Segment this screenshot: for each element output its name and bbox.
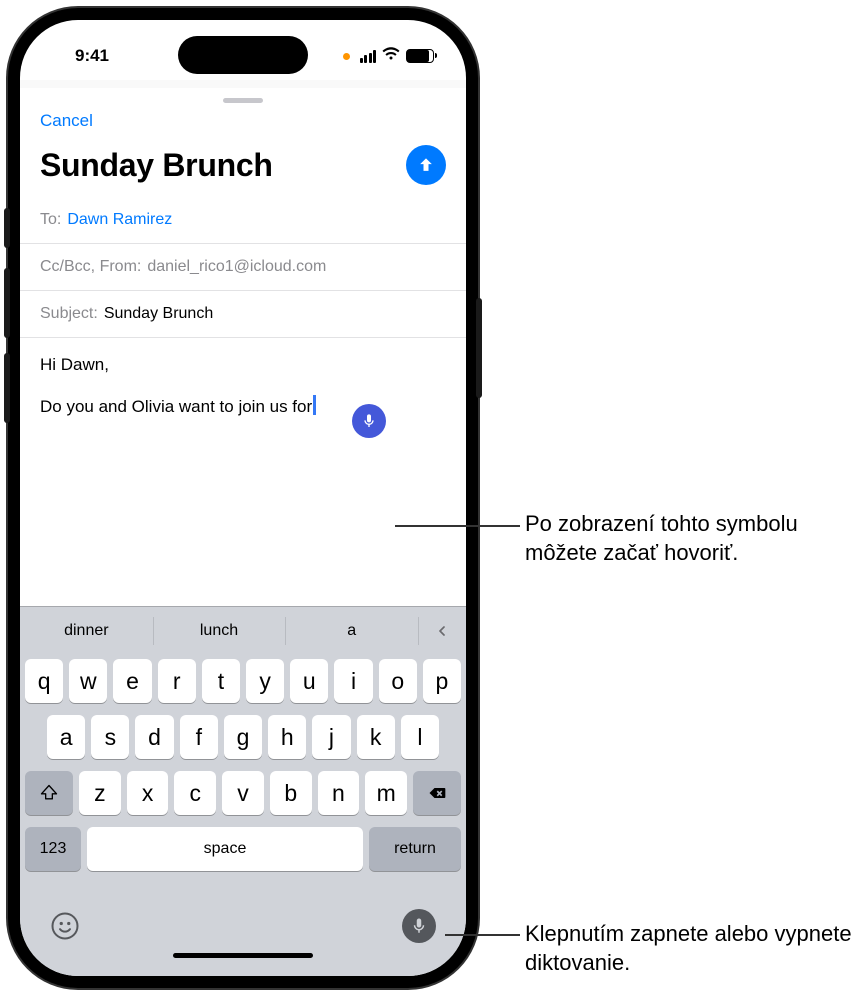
key-c[interactable]: c <box>174 771 216 815</box>
to-label: To: <box>40 211 61 229</box>
collapse-suggestions-button[interactable] <box>418 607 466 655</box>
side-button-power <box>476 298 482 398</box>
wifi-icon <box>382 46 400 66</box>
ccbcc-from-field[interactable]: Cc/Bcc, From: daniel_rico1@icloud.com <box>20 244 466 291</box>
body-line-1: Hi Dawn, <box>40 354 446 377</box>
key-d[interactable]: d <box>135 715 173 759</box>
microphone-icon <box>410 917 428 935</box>
subject-label: Subject: <box>40 305 98 323</box>
key-y[interactable]: y <box>246 659 284 703</box>
key-v[interactable]: v <box>222 771 264 815</box>
screen: 9:41 Cancel Sunday Brunch To: Dawn Rami <box>20 20 466 976</box>
key-z[interactable]: z <box>79 771 121 815</box>
subject-value: Sunday Brunch <box>104 305 213 323</box>
suggestion-1[interactable]: dinner <box>20 607 153 655</box>
body-line-2: Do you and Olivia want to join us for <box>40 397 312 416</box>
battery-icon <box>406 49 434 63</box>
subject-field[interactable]: Subject: Sunday Brunch <box>20 291 466 338</box>
key-u[interactable]: u <box>290 659 328 703</box>
phone-frame: 9:41 Cancel Sunday Brunch To: Dawn Rami <box>8 8 478 988</box>
emoji-button[interactable] <box>50 911 80 941</box>
suggestion-2[interactable]: lunch <box>153 607 286 655</box>
cancel-button[interactable]: Cancel <box>40 111 93 131</box>
status-time: 9:41 <box>52 46 132 66</box>
key-k[interactable]: k <box>357 715 395 759</box>
space-key[interactable]: space <box>87 827 363 871</box>
send-button[interactable] <box>406 145 446 185</box>
dictation-active-indicator[interactable] <box>352 404 386 438</box>
side-button-volume-up <box>4 268 10 338</box>
backspace-key[interactable] <box>413 771 461 815</box>
key-e[interactable]: e <box>113 659 151 703</box>
mic-in-use-indicator <box>343 53 350 60</box>
arrow-up-icon <box>416 155 436 175</box>
key-n[interactable]: n <box>318 771 360 815</box>
shift-icon <box>39 783 59 803</box>
from-value: daniel_rico1@icloud.com <box>147 258 326 276</box>
text-cursor <box>313 395 316 415</box>
key-j[interactable]: j <box>312 715 350 759</box>
key-p[interactable]: p <box>423 659 461 703</box>
numeric-key[interactable]: 123 <box>25 827 81 871</box>
sheet-backdrop <box>20 80 466 88</box>
ccbcc-label: Cc/Bcc, From: <box>40 258 141 276</box>
side-button-silent <box>4 208 10 248</box>
key-m[interactable]: m <box>365 771 407 815</box>
key-i[interactable]: i <box>334 659 372 703</box>
emoji-icon <box>50 911 80 941</box>
key-q[interactable]: q <box>25 659 63 703</box>
callout-line-1 <box>395 525 520 527</box>
dynamic-island <box>178 36 308 74</box>
chevron-left-icon <box>434 623 450 639</box>
backspace-icon <box>427 783 447 803</box>
key-b[interactable]: b <box>270 771 312 815</box>
key-s[interactable]: s <box>91 715 129 759</box>
message-body[interactable]: Hi Dawn, Do you and Olivia want to join … <box>20 338 466 606</box>
keyboard: dinner lunch a qwertyuiop asdfghjkl zxcv… <box>20 606 466 976</box>
to-recipient[interactable]: Dawn Ramirez <box>67 211 172 229</box>
shift-key[interactable] <box>25 771 73 815</box>
side-button-volume-down <box>4 353 10 423</box>
callout-text-2: Klepnutím zapnete alebo vypnete diktovan… <box>525 920 855 977</box>
home-indicator[interactable] <box>173 953 313 958</box>
key-g[interactable]: g <box>224 715 262 759</box>
sheet-grabber[interactable] <box>20 88 466 109</box>
dictation-button[interactable] <box>402 909 436 943</box>
suggestion-3[interactable]: a <box>285 607 418 655</box>
key-a[interactable]: a <box>47 715 85 759</box>
return-key[interactable]: return <box>369 827 461 871</box>
callout-text-1: Po zobrazení tohto symbolu môžete začať … <box>525 510 855 567</box>
key-w[interactable]: w <box>69 659 107 703</box>
key-f[interactable]: f <box>180 715 218 759</box>
callout-line-2 <box>445 934 520 936</box>
suggestion-bar: dinner lunch a <box>20 607 466 655</box>
key-r[interactable]: r <box>158 659 196 703</box>
to-field[interactable]: To: Dawn Ramirez <box>20 197 466 244</box>
key-h[interactable]: h <box>268 715 306 759</box>
cellular-signal-icon <box>360 50 377 63</box>
compose-title: Sunday Brunch <box>40 147 273 184</box>
key-l[interactable]: l <box>401 715 439 759</box>
key-t[interactable]: t <box>202 659 240 703</box>
key-o[interactable]: o <box>379 659 417 703</box>
key-x[interactable]: x <box>127 771 169 815</box>
microphone-icon <box>361 413 377 429</box>
